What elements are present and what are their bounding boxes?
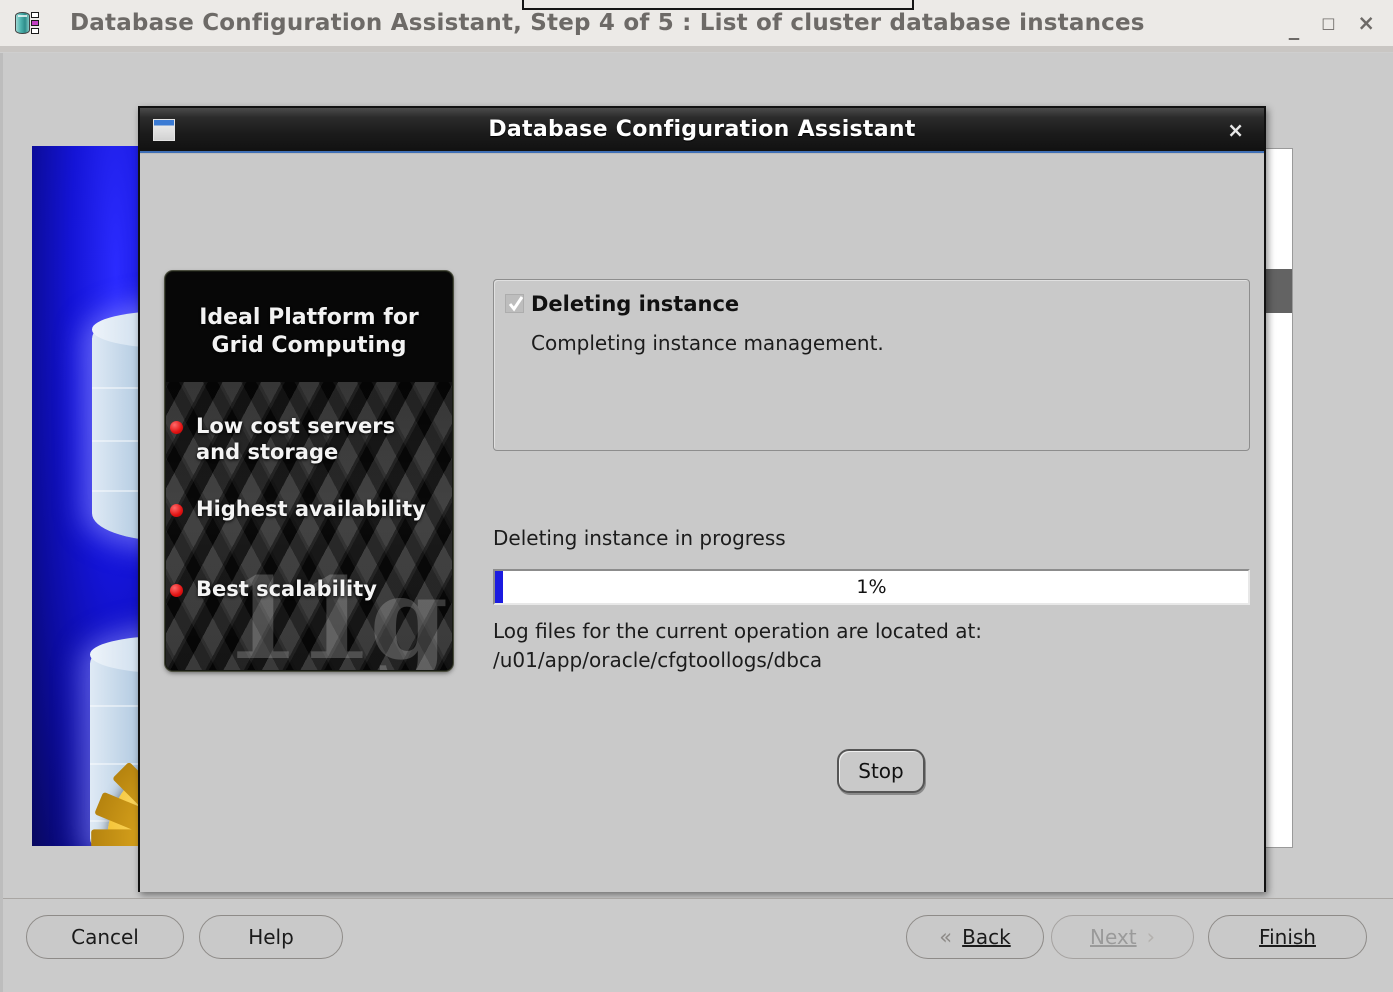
branding-bullet: Low cost servers and storage: [170, 414, 442, 465]
status-panel: Deleting instance Completing instance ma…: [493, 279, 1250, 451]
branding-bullet-label: Highest availability: [196, 497, 426, 521]
dialog-titlebar: Database Configuration Assistant ×: [140, 108, 1264, 153]
back-button[interactable]: « Back: [906, 915, 1044, 959]
dialog-window-icon: [153, 118, 175, 141]
window-titlebar: Database Configuration Assistant, Step 4…: [0, 0, 1393, 52]
window-title: Database Configuration Assistant, Step 4…: [70, 10, 1145, 36]
branding-bullet-label: Low cost servers and storage: [196, 414, 396, 464]
bullet-dot-icon: [170, 584, 183, 597]
minimize-icon[interactable]: _: [1289, 17, 1300, 39]
cancel-button-label: Cancel: [71, 925, 139, 949]
help-button-label: Help: [248, 925, 294, 949]
main-window: Database Configuration Assistant, Step 4…: [0, 0, 1393, 992]
branding-heading-line2: Grid Computing: [211, 332, 407, 358]
close-icon[interactable]: ×: [1357, 12, 1375, 34]
branding-heading-line1: Ideal Platform for: [199, 305, 419, 330]
next-button-label: Next: [1090, 925, 1137, 949]
help-button[interactable]: Help: [199, 915, 343, 959]
cancel-button[interactable]: Cancel: [26, 915, 184, 959]
log-location-line2: /u01/app/oracle/cfgtoollogs/dbca: [493, 648, 823, 672]
oracle-branding-panel: 11g Ideal Platform for Grid Computing Lo…: [165, 271, 453, 671]
chevron-left-icon: «: [939, 924, 953, 949]
stop-button[interactable]: Stop: [837, 749, 925, 793]
status-detail: Completing instance management.: [531, 331, 884, 355]
checkmark-icon: [505, 294, 524, 313]
maximize-icon[interactable]: □: [1321, 15, 1335, 31]
back-button-label: Back: [962, 925, 1011, 949]
finish-button-label: Finish: [1259, 925, 1316, 949]
branding-bullet-label: Best scalability: [196, 577, 377, 601]
dialog-close-icon[interactable]: ×: [1227, 120, 1244, 140]
background-window-notch: [522, 0, 914, 10]
progress-percent-label: 1%: [856, 576, 887, 598]
chevron-right-icon: ›: [1146, 924, 1155, 949]
window-controls: _ □ ×: [1289, 12, 1375, 38]
branding-bullet: Best scalability: [170, 577, 442, 603]
progress-label: Deleting instance in progress: [493, 526, 786, 550]
bullet-dot-icon: [170, 421, 183, 434]
dialog-body: 11g Ideal Platform for Grid Computing Lo…: [140, 153, 1264, 892]
status-title: Deleting instance: [531, 292, 740, 316]
database-app-icon: [14, 9, 40, 37]
progress-bar: 1%: [493, 569, 1250, 605]
next-button[interactable]: Next ›: [1051, 915, 1194, 959]
bullet-dot-icon: [170, 504, 183, 517]
branding-bullet: Highest availability: [170, 497, 442, 523]
dbca-progress-dialog: Database Configuration Assistant × 11g I…: [138, 106, 1266, 892]
dialog-title: Database Configuration Assistant: [488, 117, 916, 142]
branding-heading: Ideal Platform for Grid Computing: [166, 304, 452, 359]
finish-button[interactable]: Finish: [1208, 915, 1367, 959]
log-location-line1: Log files for the current operation are …: [493, 619, 983, 643]
log-location-text: Log files for the current operation are …: [493, 617, 982, 675]
